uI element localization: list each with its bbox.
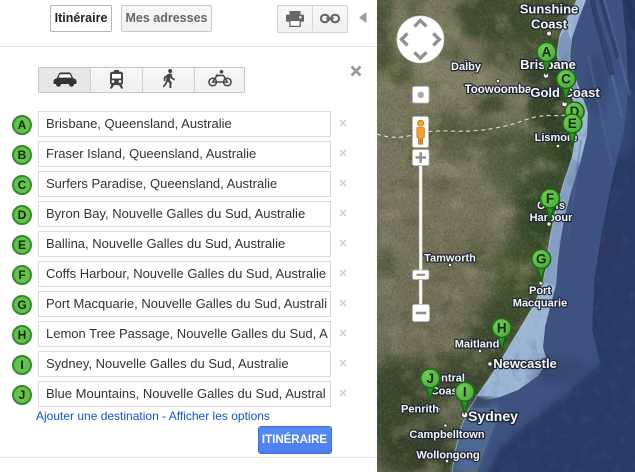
svg-text:Tamworth: Tamworth (424, 253, 476, 265)
svg-text:Wollongong: Wollongong (416, 450, 479, 462)
svg-text:Maitland: Maitland (455, 339, 500, 351)
svg-text:F: F (546, 191, 554, 206)
svg-text:Port: Port (529, 285, 551, 297)
svg-text:H: H (497, 321, 507, 336)
svg-text:Sydney: Sydney (468, 408, 518, 424)
svg-text:Toowoomba: Toowoomba (465, 84, 532, 96)
svg-text:J: J (426, 371, 434, 386)
svg-text:Newcastle: Newcastle (493, 356, 557, 371)
svg-text:Campbelltown: Campbelltown (409, 429, 484, 441)
svg-text:Macquarie: Macquarie (513, 298, 567, 310)
svg-text:Sunshine: Sunshine (520, 2, 579, 17)
svg-text:Penrith: Penrith (401, 404, 439, 416)
svg-text:I: I (463, 384, 467, 399)
svg-text:A: A (542, 45, 552, 60)
svg-text:E: E (568, 116, 577, 131)
svg-text:Coast: Coast (531, 17, 568, 32)
svg-text:G: G (536, 252, 547, 267)
svg-text:Dalby: Dalby (451, 61, 482, 73)
svg-text:C: C (561, 72, 571, 87)
